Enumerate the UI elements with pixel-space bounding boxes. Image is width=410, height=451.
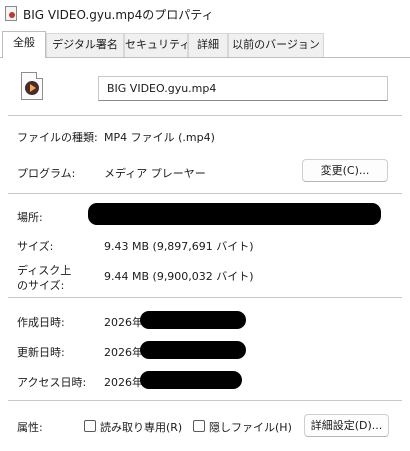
- media-file-icon: [21, 72, 43, 100]
- modified-label: 更新日時:: [17, 346, 65, 359]
- created-redaction: [140, 311, 246, 329]
- change-program-button[interactable]: 変更(C)...: [302, 159, 388, 182]
- size-label: サイズ:: [17, 240, 54, 253]
- program-label: プログラム:: [17, 167, 76, 180]
- separator: [8, 297, 402, 298]
- accessed-label: アクセス日時:: [17, 376, 87, 389]
- tab-details[interactable]: 詳細: [188, 33, 228, 57]
- created-label: 作成日時:: [17, 316, 65, 329]
- hidden-label[interactable]: 隠しファイル(H): [209, 419, 292, 435]
- attributes-label: 属性:: [17, 421, 43, 434]
- tab-divider: [0, 57, 410, 58]
- hidden-checkbox[interactable]: [193, 420, 205, 432]
- readonly-label[interactable]: 読み取り専用(R): [100, 419, 182, 435]
- separator: [8, 115, 402, 116]
- created-value: 2026年: [104, 316, 143, 329]
- file-type-value: MP4 ファイル (.mp4): [104, 131, 215, 144]
- disk-size-value: 9.44 MB (9,900,032 バイト): [104, 270, 254, 283]
- disk-size-label: ディスク上 のサイズ:: [17, 264, 72, 292]
- separator: [8, 193, 402, 194]
- readonly-checkbox[interactable]: [84, 420, 96, 432]
- location-label: 場所:: [17, 211, 43, 224]
- size-value: 9.43 MB (9,897,691 バイト): [104, 240, 254, 253]
- modified-value: 2026年: [104, 346, 143, 359]
- window-title: BIG VIDEO.gyu.mp4のプロパティ: [23, 8, 214, 22]
- program-value: メディア プレーヤー: [104, 167, 206, 180]
- location-redaction: [88, 203, 381, 225]
- tab-general[interactable]: 全般: [2, 31, 46, 58]
- accessed-redaction: [140, 371, 242, 389]
- modified-redaction: [140, 341, 246, 359]
- tab-digital-signatures[interactable]: デジタル署名: [46, 33, 124, 57]
- file-name-input[interactable]: [98, 76, 388, 101]
- advanced-button[interactable]: 詳細設定(D)...: [304, 414, 389, 437]
- tab-previous-versions[interactable]: 以前のバージョン: [228, 33, 324, 57]
- accessed-value: 2026年: [104, 376, 143, 389]
- file-type-label: ファイルの種類:: [17, 131, 98, 144]
- video-file-icon: [5, 6, 17, 21]
- tab-security[interactable]: セキュリティ: [124, 33, 188, 57]
- separator: [8, 400, 402, 401]
